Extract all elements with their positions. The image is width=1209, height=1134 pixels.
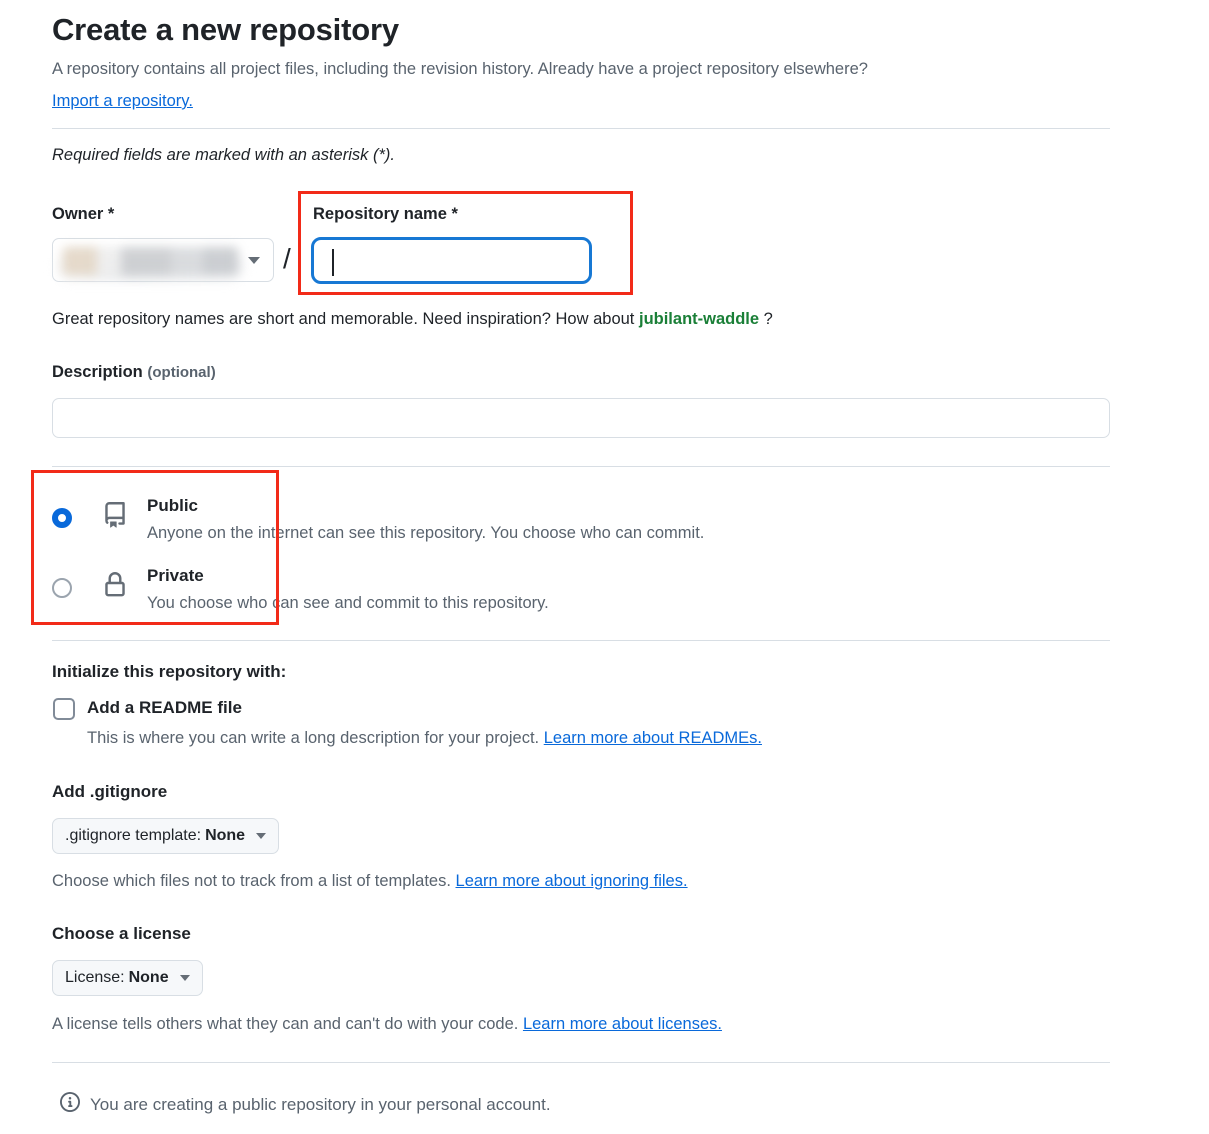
readme-learn-more-link[interactable]: Learn more about READMEs.: [544, 729, 762, 747]
divider-initialize: [52, 640, 1110, 641]
license-description: A license tells others what they can and…: [52, 1015, 722, 1034]
description-input[interactable]: [52, 398, 1110, 438]
owner-dropdown[interactable]: [52, 238, 274, 282]
license-dropdown-prefix: License:: [65, 969, 125, 986]
page-subtitle: A repository contains all project files,…: [52, 60, 868, 78]
info-circle-icon: [60, 1092, 80, 1117]
owner-name-redacted: [63, 247, 238, 275]
gitignore-dropdown-prefix: .gitignore template:: [65, 827, 202, 844]
description-optional-tag: (optional): [147, 364, 216, 381]
divider-footer: [52, 1062, 1110, 1063]
readme-label[interactable]: Add a README file: [87, 698, 242, 718]
radio-private[interactable]: [52, 578, 72, 598]
gitignore-description-text: Choose which files not to track from a l…: [52, 872, 451, 890]
visibility-public-title: Public: [147, 496, 199, 515]
page-title: Create a new repository: [52, 12, 399, 47]
repository-name-label: Repository name *: [313, 205, 458, 223]
divider-top: [52, 128, 1110, 129]
visibility-public-description: Anyone on the internet can see this repo…: [147, 524, 705, 542]
repository-name-hint: Great repository names are short and mem…: [52, 310, 773, 329]
chevron-down-icon: [256, 833, 267, 839]
license-dropdown[interactable]: License: None: [52, 960, 203, 996]
visibility-private-title: Private: [147, 566, 204, 585]
creation-status-note: You are creating a public repository in …: [60, 1092, 551, 1117]
chevron-down-icon: [248, 257, 260, 264]
visibility-private-description: You choose who can see and commit to thi…: [147, 594, 549, 612]
gitignore-heading: Add .gitignore: [52, 782, 168, 801]
suggested-repository-name[interactable]: jubilant-waddle: [639, 310, 759, 328]
readme-description-text: This is where you can write a long descr…: [87, 729, 540, 747]
required-fields-note: Required fields are marked with an aster…: [52, 146, 395, 164]
description-label: Description (optional): [52, 363, 216, 382]
hint-prefix: Great repository names are short and mem…: [52, 310, 635, 328]
license-learn-more-link[interactable]: Learn more about licenses.: [523, 1015, 722, 1033]
create-repository-page: Create a new repository A repository con…: [0, 0, 1209, 1134]
hint-suffix: ?: [763, 310, 773, 328]
text-cursor: [332, 249, 334, 276]
description-label-text: Description: [52, 363, 143, 381]
import-repository-link[interactable]: Import a repository.: [52, 92, 193, 111]
owner-repo-separator: /: [283, 243, 291, 274]
gitignore-description: Choose which files not to track from a l…: [52, 872, 688, 891]
gitignore-template-dropdown[interactable]: .gitignore template: None: [52, 818, 280, 854]
license-heading: Choose a license: [52, 924, 191, 943]
chevron-down-icon: [179, 975, 190, 981]
divider-visibility: [52, 466, 1110, 467]
gitignore-learn-more-link[interactable]: Learn more about ignoring files.: [456, 872, 688, 890]
initialize-heading: Initialize this repository with:: [52, 662, 287, 681]
creation-status-text: You are creating a public repository in …: [90, 1094, 551, 1114]
repository-name-input[interactable]: [311, 237, 592, 284]
lock-icon: [102, 572, 128, 603]
gitignore-dropdown-value: None: [205, 827, 246, 844]
owner-label: Owner *: [52, 205, 115, 223]
license-description-text: A license tells others what they can and…: [52, 1015, 519, 1033]
license-dropdown-value: None: [128, 969, 169, 986]
radio-public[interactable]: [52, 508, 72, 528]
readme-checkbox[interactable]: [53, 698, 75, 720]
readme-description: This is where you can write a long descr…: [87, 729, 762, 748]
repo-book-icon: [102, 502, 128, 533]
